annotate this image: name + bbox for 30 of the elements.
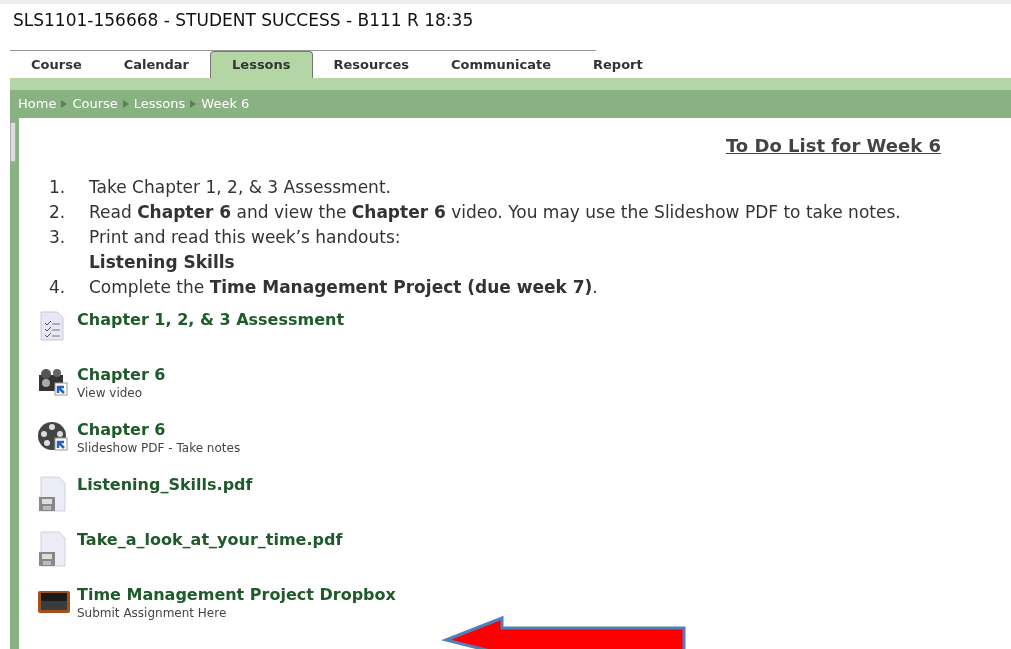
todo-text: Read Chapter 6 and view the Chapter 6 video. You may use the Slideshow PDF to take notes.: [89, 201, 901, 224]
content-link[interactable]: Chapter 1, 2, & 3 Assessment: [77, 310, 345, 330]
separator-icon: [190, 100, 197, 108]
content-link[interactable]: Chapter 6: [77, 420, 241, 440]
todo-text: Take Chapter 1, 2, & 3 Assessment.: [89, 176, 391, 199]
nav-tab[interactable]: Course: [10, 52, 103, 78]
content-link[interactable]: Chapter 6: [77, 365, 166, 385]
separator-icon: [61, 100, 68, 108]
content-link[interactable]: Time Management Project Dropbox: [77, 585, 396, 605]
nav-tab[interactable]: Resources: [312, 52, 430, 78]
course-title: SLS1101-156668 - STUDENT SUCCESS - B111 R 18:35: [13, 10, 474, 30]
handout-title: Listening Skills: [89, 251, 236, 274]
todo-text: Print and read this week’s handouts:: [89, 226, 401, 249]
list-number: 3.: [49, 226, 67, 249]
item-description: View video: [77, 385, 144, 401]
list-number: 1.: [49, 176, 67, 199]
todo-text: Complete the Time Management Project (due week 7).: [89, 276, 598, 299]
list-number: 4.: [49, 276, 67, 299]
resize-handle[interactable]: [10, 122, 16, 162]
item-description: Slideshow PDF - Take notes: [77, 440, 241, 456]
nav-tab[interactable]: Communicate: [430, 52, 573, 78]
content-link[interactable]: Take_a_look_at_your_time.pdf: [77, 530, 343, 550]
nav-tab[interactable]: Lessons: [210, 51, 313, 78]
separator-icon: [122, 100, 129, 108]
item-description: Submit Assignment Here: [77, 605, 228, 621]
section-heading: To Do List for Week 6: [725, 134, 941, 158]
content-link[interactable]: Listening_Skills.pdf: [77, 475, 253, 495]
list-number: 2.: [49, 201, 67, 224]
nav-tab[interactable]: Calendar: [102, 52, 211, 78]
nav-tab[interactable]: Report: [572, 52, 664, 78]
